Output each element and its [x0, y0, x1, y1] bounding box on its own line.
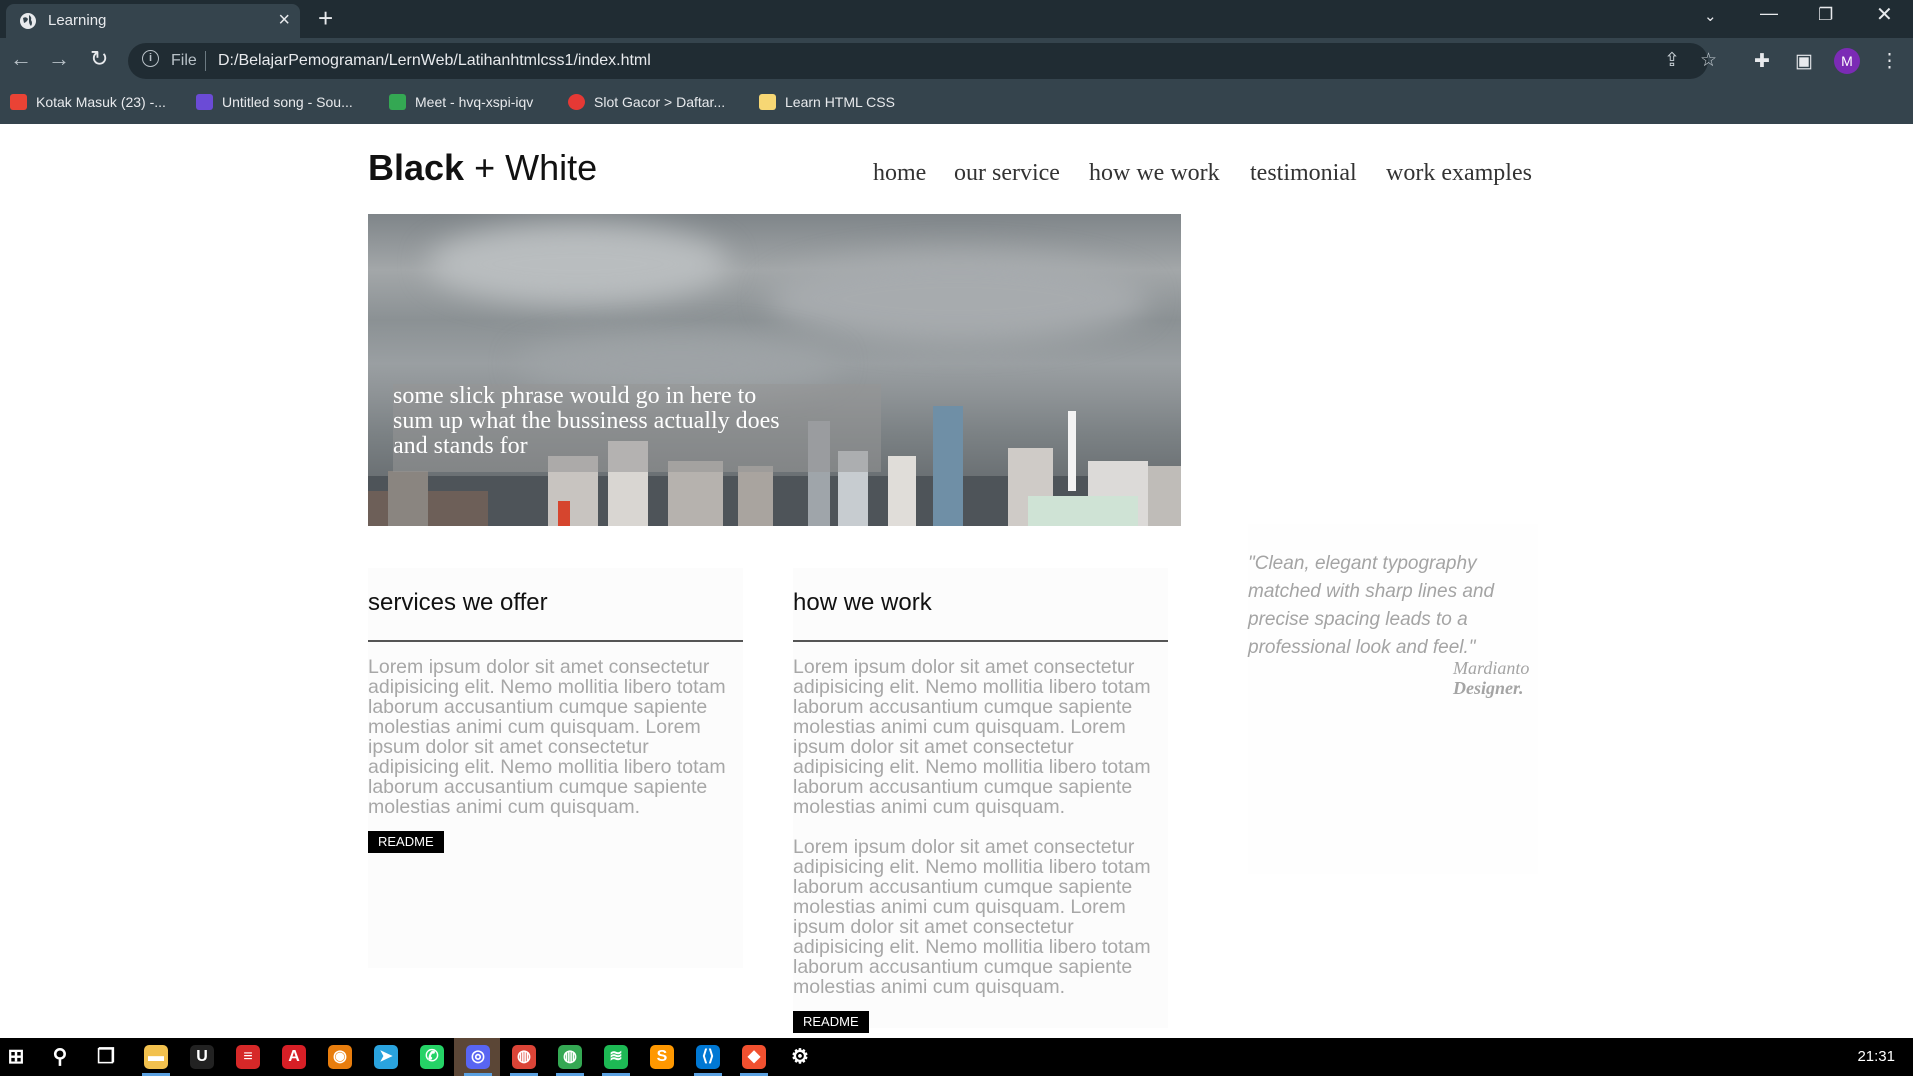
soundtrap-icon	[196, 94, 213, 110]
chrome-profile-icon[interactable]: ◍	[558, 1045, 582, 1069]
gmail-icon	[10, 94, 27, 110]
services-section: services we offer Lorem ipsum dolor sit …	[368, 568, 743, 968]
extensions-icon[interactable]: ✚	[1754, 50, 1770, 73]
hero-banner: some slick phrase would go in here to su…	[368, 214, 1181, 526]
author-name: Mardianto	[1453, 658, 1530, 678]
close-window-icon[interactable]: ✕	[1876, 2, 1893, 27]
readme-button[interactable]: README	[793, 1011, 869, 1033]
how-text: Lorem ipsum dolor sit amet consectetur a…	[793, 836, 1151, 998]
menu-icon[interactable]: ⋮	[1880, 50, 1899, 73]
testimonial-quote: "Clean, elegant typography matched with …	[1248, 553, 1495, 658]
sublime-text-icon[interactable]: S	[650, 1045, 674, 1069]
bookmark-item[interactable]: Untitled song - Sou...	[196, 94, 353, 110]
site-info-icon[interactable]: i	[142, 50, 159, 67]
blender-icon[interactable]: ◉	[328, 1045, 352, 1069]
readme-button[interactable]: README	[368, 831, 444, 853]
bookmarks-bar: Kotak Masuk (23) -... Untitled song - So…	[0, 88, 1913, 118]
windows-start-icon[interactable]: ⊞	[4, 1045, 28, 1069]
tab-search-icon[interactable]: ⌄	[1704, 7, 1717, 25]
bookmark-star-icon[interactable]: ☆	[1700, 49, 1717, 72]
share-icon[interactable]: ⇪	[1664, 49, 1680, 72]
restore-icon[interactable]: ❐	[1818, 5, 1833, 25]
services-text: Lorem ipsum dolor sit amet consectetur a…	[368, 656, 726, 818]
site-logo[interactable]: Black + White	[368, 147, 597, 189]
back-icon[interactable]: ←	[10, 46, 32, 72]
bookmark-item[interactable]: Slot Gacor > Daftar...	[568, 94, 725, 110]
git-icon[interactable]: ◆	[742, 1045, 766, 1069]
search-icon[interactable]: ⚲	[48, 1045, 72, 1069]
nav-testimonial[interactable]: testimonial	[1250, 160, 1357, 187]
unreal-engine-icon[interactable]: U	[190, 1045, 214, 1069]
nav-home[interactable]: home	[873, 160, 926, 187]
bookmark-item[interactable]: Learn HTML CSS	[759, 94, 895, 110]
url-text[interactable]: D:/BelajarPemograman/LernWeb/Latihanhtml…	[218, 52, 651, 70]
tab-title: Learning	[48, 12, 107, 29]
hero-caption: some slick phrase would go in here to su…	[393, 383, 780, 459]
discord-icon[interactable]: ◎	[466, 1045, 490, 1069]
pdf-reader-icon[interactable]: ≡	[236, 1045, 260, 1069]
telegram-icon[interactable]: ➤	[374, 1045, 398, 1069]
services-heading: services we offer	[368, 568, 743, 642]
testimonial-section: "Clean, elegant typography matched with …	[1248, 524, 1538, 874]
chrome-icon[interactable]: ◍	[512, 1045, 536, 1069]
reload-icon[interactable]: ↻	[90, 46, 108, 72]
slot-icon	[568, 94, 585, 110]
close-tab-icon[interactable]: ×	[278, 9, 290, 32]
minimize-icon[interactable]: —	[1760, 3, 1778, 24]
how-text: Lorem ipsum dolor sit amet consectetur a…	[793, 656, 1151, 818]
file-explorer-icon[interactable]: ▬	[144, 1045, 168, 1069]
how-we-work-section: how we work Lorem ipsum dolor sit amet c…	[793, 568, 1168, 1033]
whatsapp-icon[interactable]: ✆	[420, 1045, 444, 1069]
how-heading: how we work	[793, 568, 1168, 642]
testimonial-author: Mardianto Designer.	[1453, 658, 1529, 698]
divider	[205, 51, 206, 71]
profile-avatar[interactable]: M	[1834, 48, 1860, 74]
web-page: Black + White home our service how we wo…	[0, 124, 1913, 1038]
meet-icon	[389, 94, 406, 110]
new-tab-icon[interactable]: +	[318, 3, 333, 34]
globe-icon	[20, 13, 36, 29]
browser-toolbar: ← → ↻ i File D:/BelajarPemograman/LernWe…	[0, 38, 1913, 124]
nav-work-examples[interactable]: work examples	[1386, 160, 1532, 187]
tab-learning[interactable]: Learning ×	[6, 4, 300, 38]
acrobat-icon[interactable]: A	[282, 1045, 306, 1069]
tab-strip: Learning × + ⌄ — ❐ ✕	[0, 0, 1913, 38]
spotify-icon[interactable]: ≋	[604, 1045, 628, 1069]
windows-taskbar: ⊞ ⚲ ❐ ▬ U ≡ A ◉ ➤ ✆ ◎ ◍ ◍ ≋ S ⟨⟩ ◆ ⚙ 21:31	[0, 1038, 1913, 1076]
nav-our-service[interactable]: our service	[954, 160, 1060, 187]
settings-icon[interactable]: ⚙	[788, 1045, 812, 1069]
nav-how-we-work[interactable]: how we work	[1089, 160, 1220, 187]
bookmark-item[interactable]: Meet - hvq-xspi-iqv	[389, 94, 533, 110]
folder-icon	[759, 94, 776, 110]
bookmark-item[interactable]: Kotak Masuk (23) -...	[10, 94, 166, 110]
address-bar[interactable]: i File D:/BelajarPemograman/LernWeb/Lati…	[128, 43, 1717, 79]
task-view-icon[interactable]: ❐	[94, 1045, 118, 1069]
taskbar-clock: 21:31	[1857, 1048, 1895, 1065]
side-panel-icon[interactable]: ▣	[1795, 50, 1813, 73]
url-scheme: File	[171, 52, 197, 69]
forward-icon[interactable]: →	[48, 46, 70, 72]
vscode-icon[interactable]: ⟨⟩	[696, 1045, 720, 1069]
author-role: Designer.	[1453, 678, 1524, 698]
